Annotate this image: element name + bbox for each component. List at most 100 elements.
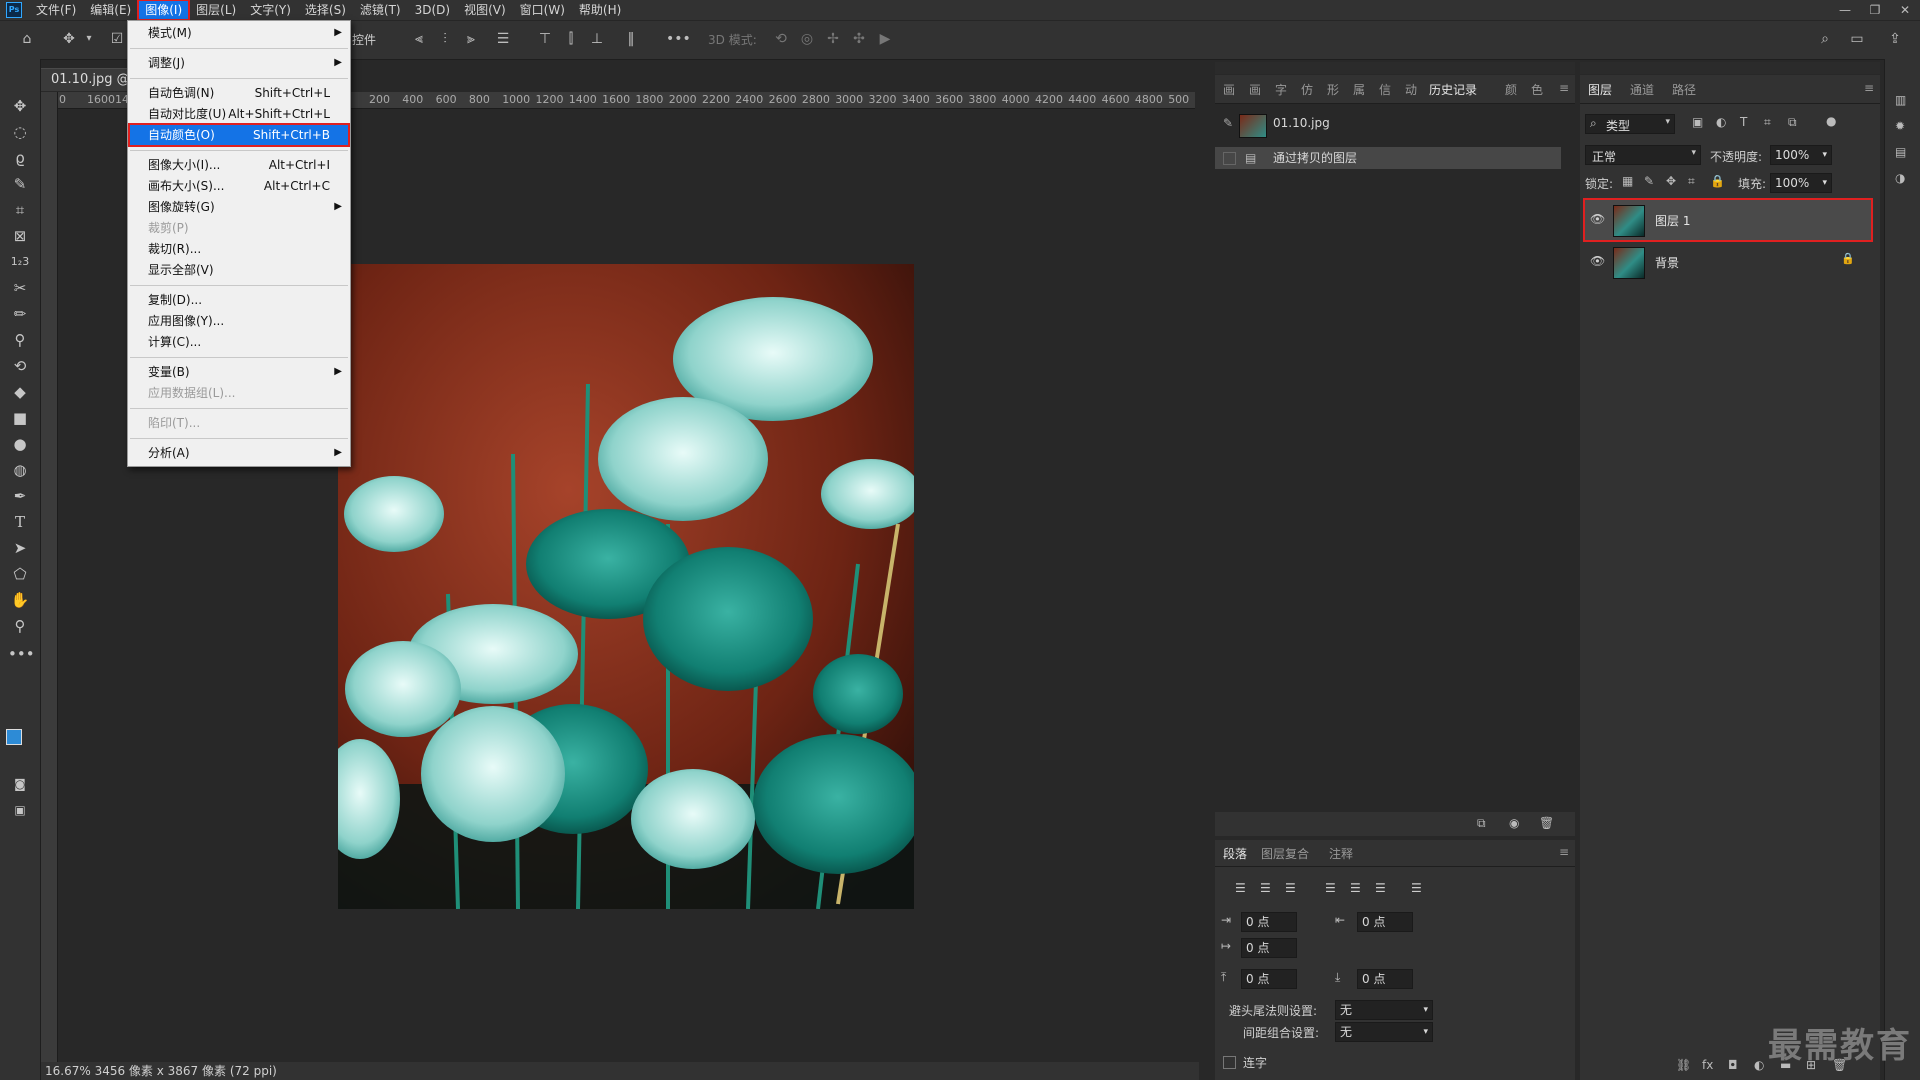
healing-tool-icon[interactable]: ✂ bbox=[8, 277, 32, 299]
indent-right-field[interactable]: 0 点 bbox=[1357, 912, 1413, 932]
type-tool-icon[interactable]: T bbox=[8, 511, 32, 533]
mojikumi-select[interactable]: 无 ▾ bbox=[1335, 1022, 1433, 1042]
history-area-tab[interactable]: 属 bbox=[1353, 81, 1365, 98]
pen-tool-icon[interactable]: ✒ bbox=[8, 485, 32, 507]
filter-adjustment-icon[interactable]: ◐ bbox=[1716, 115, 1726, 129]
tab-channels[interactable]: 通道 bbox=[1630, 81, 1654, 98]
shape-tool-icon[interactable]: ⬠ bbox=[8, 563, 32, 585]
image-menu-item[interactable]: 画布大小(S)... Alt+Ctrl+C bbox=[130, 176, 348, 196]
tab-layer-comps[interactable]: 图层复合 bbox=[1261, 845, 1309, 862]
home-icon[interactable]: ⌂ bbox=[18, 30, 36, 48]
history-brush-tool-icon[interactable]: ⟲ bbox=[8, 355, 32, 377]
libraries-icon[interactable]: ▤ bbox=[1895, 145, 1906, 159]
more-tools-icon[interactable]: ••• bbox=[8, 643, 35, 665]
kinsoku-select[interactable]: 无 ▾ bbox=[1335, 1000, 1433, 1020]
menu-help[interactable]: 帮助(H) bbox=[573, 1, 627, 19]
history-area-tab[interactable]: 颜 bbox=[1505, 81, 1517, 98]
3d-slide-icon[interactable]: ✣ bbox=[850, 30, 868, 48]
eraser-tool-icon[interactable]: ◆ bbox=[8, 381, 32, 403]
3d-roll-icon[interactable]: ◎ bbox=[798, 30, 816, 48]
history-area-tab[interactable]: 仿 bbox=[1301, 81, 1313, 98]
image-menu-item[interactable]: 显示全部(V) bbox=[130, 260, 348, 280]
gradient-tool-icon[interactable]: ■ bbox=[8, 407, 32, 429]
foreground-color-swatch[interactable] bbox=[6, 729, 22, 745]
lock-position-icon[interactable]: ✥ bbox=[1666, 174, 1676, 188]
history-area-tab[interactable]: 画 bbox=[1223, 81, 1235, 98]
distribute-vertical-icon[interactable]: ‖ bbox=[622, 30, 640, 48]
menu-file[interactable]: 文件(F) bbox=[30, 1, 82, 19]
restore-button[interactable]: ❐ bbox=[1860, 0, 1890, 20]
dodge-tool-icon[interactable]: ◍ bbox=[8, 459, 32, 481]
image-menu-item[interactable]: 自动对比度(U) Alt+Shift+Ctrl+L bbox=[130, 104, 348, 124]
opacity-field[interactable]: 100% ▾ bbox=[1770, 145, 1832, 165]
menu-filter[interactable]: 滤镜(T) bbox=[354, 1, 407, 19]
stamp-tool-icon[interactable]: ⚲ bbox=[8, 329, 32, 351]
align-left-icon[interactable]: ⫷ bbox=[410, 30, 428, 48]
image-menu-item[interactable]: 分析(A) ▶ bbox=[130, 443, 348, 463]
panel-menu-icon[interactable]: ≡ bbox=[1864, 81, 1874, 95]
history-area-tab[interactable]: 色 bbox=[1531, 81, 1543, 98]
new-document-from-state-icon[interactable]: ⧉ bbox=[1477, 816, 1486, 831]
align-center-text-icon[interactable]: ☰ bbox=[1260, 881, 1271, 895]
3d-pan-icon[interactable]: ✢ bbox=[824, 30, 842, 48]
panel-menu-icon[interactable]: ≡ bbox=[1559, 845, 1569, 859]
search-icon[interactable]: ⌕ bbox=[1816, 30, 1834, 48]
image-menu-item[interactable]: 应用图像(Y)... bbox=[130, 311, 348, 331]
menu-window[interactable]: 窗口(W) bbox=[514, 1, 571, 19]
align-left-text-icon[interactable]: ☰ bbox=[1235, 881, 1246, 895]
image-menu-item[interactable]: 裁切(R)... bbox=[130, 239, 348, 259]
justify-all-icon[interactable]: ☰ bbox=[1411, 881, 1422, 895]
indent-left-field[interactable]: 0 点 bbox=[1241, 912, 1297, 932]
layer-row-background[interactable]: 👁 背景 🔒 bbox=[1585, 242, 1871, 282]
document-image[interactable] bbox=[338, 264, 914, 909]
tab-notes[interactable]: 注释 bbox=[1329, 845, 1353, 862]
history-area-tab[interactable]: 字 bbox=[1275, 81, 1287, 98]
tab-paragraph[interactable]: 段落 bbox=[1223, 845, 1247, 862]
image-menu-item[interactable]: 自动色调(N) Shift+Ctrl+L bbox=[130, 83, 348, 103]
minimize-button[interactable]: — bbox=[1830, 0, 1860, 20]
layer-row-layer-1[interactable]: 👁 图层 1 bbox=[1583, 198, 1873, 242]
image-menu-item[interactable]: 调整(J) ▶ bbox=[130, 53, 348, 73]
eye-icon[interactable]: 👁 bbox=[1590, 254, 1605, 268]
image-menu-item[interactable]: 变量(B) ▶ bbox=[130, 362, 348, 382]
history-area-tab[interactable]: 历史记录 bbox=[1429, 81, 1477, 98]
align-bottom-icon[interactable]: ⊥ bbox=[588, 30, 606, 48]
tab-paths[interactable]: 路径 bbox=[1672, 81, 1696, 98]
filter-shape-icon[interactable]: ⌗ bbox=[1764, 115, 1771, 130]
history-area-tab[interactable]: 形 bbox=[1327, 81, 1339, 98]
menu-select[interactable]: 选择(S) bbox=[299, 1, 352, 19]
brush-tool-icon[interactable]: ✏ bbox=[8, 303, 32, 325]
align-center-icon[interactable]: ⫶ bbox=[436, 30, 454, 48]
history-step[interactable]: ▤ 通过拷贝的图层 bbox=[1215, 147, 1561, 169]
tab-layers[interactable]: 图层 bbox=[1588, 81, 1612, 98]
link-layers-icon[interactable]: ⛓ bbox=[1676, 1058, 1691, 1072]
align-middle-icon[interactable]: ⫿ bbox=[562, 30, 580, 48]
image-menu-item[interactable]: 图像大小(I)... Alt+Ctrl+I bbox=[130, 155, 348, 175]
menu-image[interactable]: 图像(I) bbox=[137, 0, 191, 21]
justify-last-left-icon[interactable]: ☰ bbox=[1325, 881, 1336, 895]
share-icon[interactable]: ⇪ bbox=[1886, 30, 1904, 48]
blur-tool-icon[interactable]: ● bbox=[8, 433, 32, 455]
indent-first-line-field[interactable]: 0 点 bbox=[1241, 938, 1297, 958]
menu-3d[interactable]: 3D(D) bbox=[409, 1, 456, 19]
panel-collapse-bar[interactable] bbox=[1580, 62, 1880, 74]
justify-last-right-icon[interactable]: ☰ bbox=[1375, 881, 1386, 895]
distribute-icon[interactable]: ☰ bbox=[494, 30, 512, 48]
quick-select-tool-icon[interactable]: ✎ bbox=[8, 173, 32, 195]
camera-snapshot-icon[interactable]: ◉ bbox=[1509, 816, 1519, 830]
zoom-tool-icon[interactable]: ⚲ bbox=[8, 615, 32, 637]
align-right-text-icon[interactable]: ☰ bbox=[1285, 881, 1296, 895]
close-button[interactable]: ✕ bbox=[1890, 0, 1920, 20]
fill-field[interactable]: 100% ▾ bbox=[1770, 173, 1832, 193]
menu-layer[interactable]: 图层(L) bbox=[190, 1, 242, 19]
space-before-field[interactable]: 0 点 bbox=[1241, 969, 1297, 989]
panel-collapse-bar[interactable] bbox=[1215, 62, 1575, 74]
history-area-tab[interactable]: 信 bbox=[1379, 81, 1391, 98]
lock-artboard-icon[interactable]: ⌗ bbox=[1688, 174, 1695, 189]
image-menu-item[interactable]: 图像旋转(G) ▶ bbox=[130, 197, 348, 217]
history-brush-source-icon[interactable]: ✎ bbox=[1223, 112, 1233, 134]
align-right-icon[interactable]: ⫸ bbox=[462, 30, 480, 48]
align-top-icon[interactable]: ⊤ bbox=[536, 30, 554, 48]
document-tab[interactable]: 01.10.jpg @ 1 bbox=[41, 68, 141, 109]
lasso-tool-icon[interactable]: ϱ bbox=[8, 147, 32, 169]
